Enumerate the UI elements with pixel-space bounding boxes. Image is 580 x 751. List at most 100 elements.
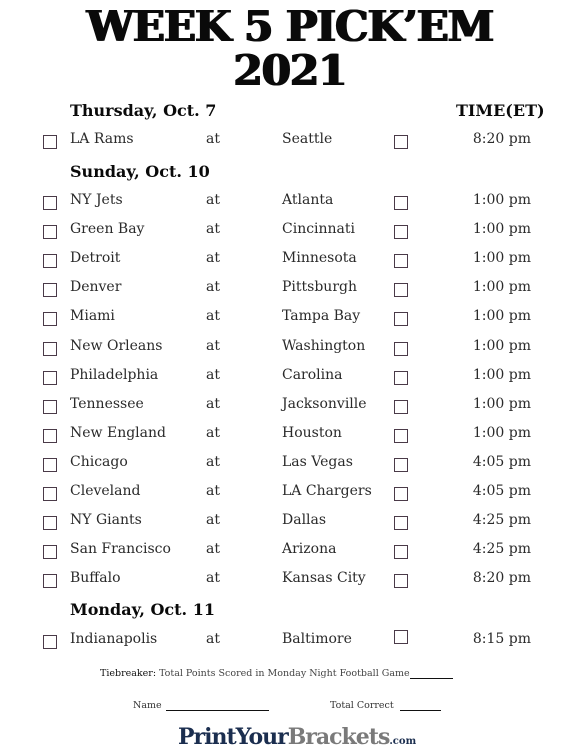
at-separator: at: [206, 308, 220, 325]
home-team: Cincinnati: [282, 221, 356, 238]
home-team-checkbox[interactable]: [394, 630, 408, 644]
game-time: 4:25 pm: [472, 541, 531, 558]
away-team: Tennessee: [70, 395, 144, 412]
day-heading: Monday, Oct. 11: [70, 600, 215, 619]
total-correct-line[interactable]: [400, 710, 441, 711]
home-team-checkbox[interactable]: [394, 225, 408, 240]
home-team: Las Vegas: [282, 453, 353, 470]
site-logo: PrintYourBrackets.com: [178, 724, 416, 750]
home-team: Arizona: [282, 541, 337, 558]
away-team: Indianapolis: [70, 631, 158, 647]
home-team-checkbox[interactable]: [394, 516, 408, 531]
away-team-checkbox[interactable]: [43, 487, 57, 501]
game-row: Detroit at Minnesota 1:00 pm: [0, 249, 580, 271]
away-team-checkbox[interactable]: [43, 457, 57, 472]
away-team-checkbox[interactable]: [43, 135, 57, 149]
away-team-checkbox[interactable]: [43, 635, 57, 649]
game-row: Green Bay at Cincinnati 1:00 pm: [0, 220, 580, 242]
at-separator: at: [206, 453, 220, 470]
home-team-checkbox[interactable]: [394, 135, 408, 149]
game-time: 4:25 pm: [472, 512, 531, 529]
at-separator: at: [206, 570, 220, 587]
at-separator: at: [206, 366, 220, 383]
away-team-checkbox[interactable]: [43, 312, 57, 327]
away-team: Philadelphia: [70, 366, 159, 383]
at-separator: at: [206, 131, 220, 147]
tiebreaker-line[interactable]: [410, 678, 453, 679]
game-row: Tennessee at Jacksonville 1:00 pm: [0, 395, 580, 417]
game-row: New Orleans at Washington 1:00 pm: [0, 337, 580, 359]
game-row: Denver at Pittsburgh 1:00 pm: [0, 278, 580, 300]
logo-part-1: PrintYour: [178, 724, 289, 750]
away-team-checkbox[interactable]: [43, 254, 57, 269]
away-team-checkbox[interactable]: [43, 399, 57, 414]
day-heading: Sunday, Oct. 10: [70, 162, 210, 181]
game-time: 4:05 pm: [472, 453, 531, 470]
name-label: Name: [133, 700, 162, 711]
home-team-checkbox[interactable]: [394, 283, 408, 298]
home-team-checkbox[interactable]: [394, 428, 408, 443]
game-row: LA Rams at Seattle 8:20 pm: [0, 130, 580, 152]
home-team-checkbox[interactable]: [394, 574, 408, 589]
at-separator: at: [206, 192, 220, 208]
away-team-checkbox[interactable]: [43, 341, 57, 356]
away-team: NY Jets: [70, 192, 123, 208]
home-team: Houston: [282, 424, 342, 441]
home-team: Kansas City: [282, 570, 366, 587]
away-team: Detroit: [70, 250, 121, 267]
home-team: LA Chargers: [282, 483, 372, 499]
game-time: 1:00 pm: [472, 279, 531, 296]
away-team: NY Giants: [70, 512, 142, 529]
game-time: 1:00 pm: [472, 424, 531, 441]
home-team-checkbox[interactable]: [394, 370, 408, 385]
away-team-checkbox[interactable]: [43, 574, 57, 589]
home-team: Dallas: [282, 512, 327, 529]
home-team-checkbox[interactable]: [394, 487, 408, 501]
home-team-checkbox[interactable]: [394, 254, 408, 269]
home-team-checkbox[interactable]: [394, 457, 408, 472]
home-team-checkbox[interactable]: [394, 341, 408, 356]
at-separator: at: [206, 250, 220, 267]
home-team: Tampa Bay: [282, 308, 361, 325]
home-team: Baltimore: [282, 631, 352, 647]
game-time: 1:00 pm: [472, 395, 531, 412]
away-team: Denver: [70, 279, 122, 296]
home-team: Washington: [282, 337, 366, 354]
game-row: San Francisco at Arizona 4:25 pm: [0, 540, 580, 562]
game-time: 8:15 pm: [472, 631, 531, 647]
game-time: 8:20 pm: [472, 131, 531, 147]
game-time: 1:00 pm: [472, 250, 531, 267]
game-row: Cleveland at LA Chargers 4:05 pm: [0, 482, 580, 504]
away-team-checkbox[interactable]: [43, 196, 57, 210]
away-team-checkbox[interactable]: [43, 225, 57, 240]
away-team-checkbox[interactable]: [43, 516, 57, 531]
home-team: Carolina: [282, 366, 343, 383]
home-team-checkbox[interactable]: [394, 545, 408, 560]
home-team-checkbox[interactable]: [394, 312, 408, 327]
at-separator: at: [206, 424, 220, 441]
home-team: Minnesota: [282, 250, 357, 267]
game-time: 1:00 pm: [472, 337, 531, 354]
away-team-checkbox[interactable]: [43, 370, 57, 385]
game-row: Indianapolis at Baltimore 8:15 pm: [0, 630, 580, 652]
game-row: Buffalo at Kansas City 8:20 pm: [0, 569, 580, 591]
away-team: Cleveland: [70, 483, 141, 499]
away-team: San Francisco: [70, 541, 171, 558]
day-heading: Thursday, Oct. 7: [70, 101, 217, 120]
away-team-checkbox[interactable]: [43, 283, 57, 298]
at-separator: at: [206, 395, 220, 412]
logo-part-3: .com: [389, 736, 417, 747]
game-row: Miami at Tampa Bay 1:00 pm: [0, 307, 580, 329]
game-time: 1:00 pm: [472, 192, 531, 208]
page-year: 2021: [233, 46, 348, 95]
home-team-checkbox[interactable]: [394, 196, 408, 210]
time-column-header: TIME(ET): [456, 101, 545, 120]
game-row: NY Jets at Atlanta 1:00 pm: [0, 191, 580, 213]
game-time: 8:20 pm: [472, 570, 531, 587]
name-line[interactable]: [166, 710, 269, 711]
home-team: Pittsburgh: [282, 279, 357, 296]
home-team-checkbox[interactable]: [394, 399, 408, 414]
away-team-checkbox[interactable]: [43, 545, 57, 560]
at-separator: at: [206, 631, 220, 647]
away-team-checkbox[interactable]: [43, 428, 57, 443]
